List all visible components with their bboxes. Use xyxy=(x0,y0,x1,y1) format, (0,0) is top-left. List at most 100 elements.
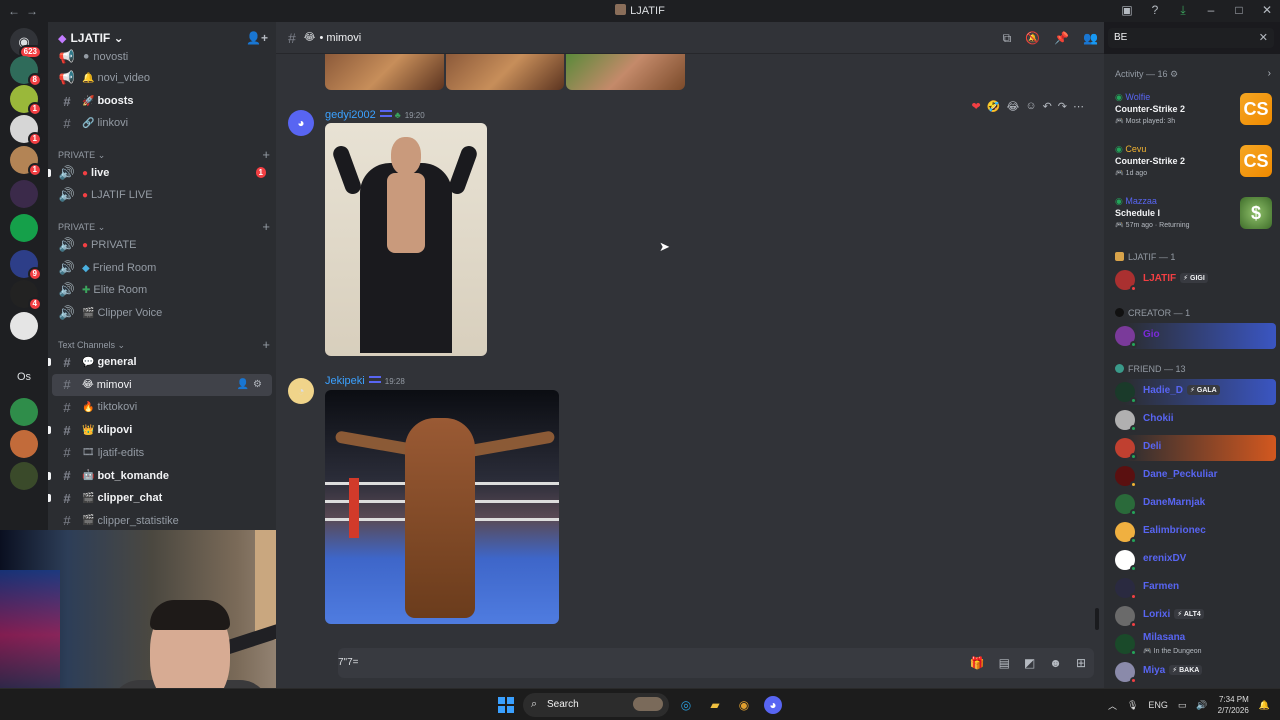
gif-icon[interactable]: ▤ xyxy=(999,656,1010,670)
member-creator[interactable]: Gio xyxy=(1108,323,1276,349)
channel-boosts[interactable]: # 🚀 boosts xyxy=(52,90,272,112)
more-options-icon[interactable]: ⋯ xyxy=(1073,100,1084,113)
server-icon-4[interactable]: 1 xyxy=(10,146,42,177)
activity-header[interactable]: Activity — 16 ⚙ › xyxy=(1115,68,1275,80)
server-icon-5[interactable] xyxy=(10,180,38,208)
member-item[interactable]: DaneMarnjak xyxy=(1108,491,1276,517)
member-item[interactable]: Chokii xyxy=(1108,407,1276,433)
threads-icon[interactable]: ⧉ xyxy=(1003,31,1012,46)
message-author-1[interactable]: gedyi2002 ♣ 19:20 xyxy=(325,109,425,121)
server-icon-3[interactable]: 1 xyxy=(10,115,42,146)
member-item[interactable]: Deli xyxy=(1108,435,1276,461)
channel-klipovi[interactable]: # 👑 klipovi xyxy=(48,419,272,441)
channel-live[interactable]: 🔊 ● live 1 xyxy=(48,162,272,184)
image-attachment-2[interactable] xyxy=(325,390,559,624)
clear-search-icon[interactable]: ✕ xyxy=(1259,31,1268,44)
channel-novosti[interactable]: 📢 ⚫ novosti xyxy=(52,46,272,68)
member-owner[interactable]: LJATIF ⚡ GIGI xyxy=(1108,267,1276,293)
channel-ljatif-edits[interactable]: # 🎞 ljatif-edits xyxy=(52,442,272,464)
search-input[interactable]: BE ✕ xyxy=(1108,28,1274,48)
activity-card[interactable]: ◉ Wolfie Counter-Strike 2 🎮 Most played: 3… xyxy=(1108,90,1276,136)
emoji-icon[interactable]: ☻ xyxy=(1049,656,1062,670)
add-reaction-icon[interactable]: ☺ xyxy=(1025,100,1036,113)
forward-icon[interactable]: ↷ xyxy=(1058,100,1067,113)
member-item[interactable]: Farmen xyxy=(1108,575,1276,601)
discord-taskbar-icon[interactable]: ◕ xyxy=(764,696,782,714)
channel-linkovi[interactable]: # 🔗 linkovi xyxy=(52,112,272,134)
file-explorer-icon[interactable]: ▰ xyxy=(706,696,724,714)
previous-image-attachments[interactable] xyxy=(325,54,686,90)
channel-novi_video[interactable]: 📢 🔔 novi_video xyxy=(52,67,272,89)
member-item[interactable]: Hadie_D ⚡ GALA xyxy=(1108,379,1276,405)
member-item[interactable]: Milasana 🎮 In the Dungeon xyxy=(1108,631,1276,657)
image-attachment-1[interactable] xyxy=(325,123,487,356)
volume-icon[interactable]: 🔊 xyxy=(1196,700,1207,711)
server-icon-2[interactable]: 1 xyxy=(10,85,42,116)
server-folder-1[interactable] xyxy=(10,398,38,426)
member-item[interactable]: Miya ⚡ BAKA xyxy=(1108,659,1276,685)
member-item[interactable]: Ealimbrionec xyxy=(1108,519,1276,545)
member-item[interactable]: Lorixi ⚡ ALT4 xyxy=(1108,603,1276,629)
channel-settings-icon[interactable]: 👤⚙ xyxy=(237,379,266,390)
channel-general[interactable]: # 💬 general xyxy=(48,351,272,373)
channel-bot_komande[interactable]: # 🤖 bot_komande xyxy=(48,465,272,487)
mic-icon[interactable]: 🎙 xyxy=(1127,700,1138,711)
reply-icon[interactable]: ↶ xyxy=(1043,100,1052,113)
channel-ljatif-live[interactable]: 🔊 ● LJATIF LIVE xyxy=(52,184,272,206)
minimize-icon[interactable]: – xyxy=(1204,3,1218,18)
close-icon[interactable]: ✕ xyxy=(1260,3,1274,18)
discord-avatar-icon[interactable]: ◕ xyxy=(288,110,314,136)
taskbar-search[interactable]: ⌕ Search xyxy=(523,693,669,717)
channel-clipper_chat[interactable]: # 🎬 clipper_chat xyxy=(48,487,272,509)
channel-mimovi[interactable]: # 😂 mimovi 👤⚙ xyxy=(52,373,272,396)
server-folder-3[interactable] xyxy=(10,462,38,490)
channel-clipper_statistike[interactable]: # 🎬 clipper_statistike xyxy=(52,510,272,530)
heart-reaction-icon[interactable]: ❤ xyxy=(972,100,981,113)
sticker-icon[interactable]: ◩ xyxy=(1024,656,1035,670)
member-list-icon[interactable]: 👥 xyxy=(1083,31,1098,46)
gift-icon[interactable]: 🎁 xyxy=(970,656,985,670)
chat-scrollbar[interactable] xyxy=(1095,608,1099,630)
server-icon-8[interactable]: 4 xyxy=(10,280,42,311)
category-text-channels[interactable]: Text Channels ⌄ + xyxy=(58,337,270,352)
download-icon[interactable]: ⤓ xyxy=(1176,3,1190,18)
server-icon-7[interactable]: 9 xyxy=(10,250,42,281)
clock[interactable]: 7:34 PM 2/7/2026 xyxy=(1218,694,1249,716)
message-input[interactable]: 7"7= 🎁 ▤ ◩ ☻ ⊞ xyxy=(338,648,1094,678)
member-item[interactable]: Dane_Peckuliar xyxy=(1108,463,1276,489)
server-icon-1[interactable]: 8 xyxy=(10,56,42,87)
server-icon-9[interactable] xyxy=(10,312,38,340)
add-channel-icon[interactable]: + xyxy=(262,219,270,234)
tray-overflow-icon[interactable]: ︿ xyxy=(1108,699,1117,712)
activity-card[interactable]: ◉ Cevu Counter-Strike 2 🎮 1d ago CS xyxy=(1108,142,1276,188)
channel-clipper-voice[interactable]: 🔊 🎬 Clipper Voice xyxy=(52,302,272,324)
activity-card[interactable]: ◉ Mazzaa Schedule I 🎮 57m ago · Returning $ xyxy=(1108,194,1276,240)
category-private-1[interactable]: PRIVATE ⌄ + xyxy=(58,147,270,162)
pikachu-avatar-icon[interactable]: ◔ xyxy=(288,378,314,404)
message-author-2[interactable]: Jekipeki 19:28 xyxy=(325,375,405,387)
network-icon[interactable]: ▭ xyxy=(1178,700,1187,711)
language-indicator[interactable]: ENG xyxy=(1148,700,1168,710)
member-item[interactable]: erenixDV xyxy=(1108,547,1276,573)
help-icon[interactable]: ? xyxy=(1148,3,1162,18)
maximize-icon[interactable]: □ xyxy=(1232,3,1246,18)
server-icon-6[interactable] xyxy=(10,214,38,242)
folder-label[interactable]: Os xyxy=(17,371,31,383)
mute-bell-icon[interactable]: 🔕 xyxy=(1025,31,1040,46)
channel-elite-room[interactable]: 🔊 ✚ Elite Room xyxy=(52,279,272,301)
add-channel-icon[interactable]: + xyxy=(262,337,270,352)
add-channel-icon[interactable]: + xyxy=(262,147,270,162)
server-folder-2[interactable] xyxy=(10,430,38,458)
edge-icon[interactable]: ◎ xyxy=(677,696,695,714)
chrome-icon[interactable]: ◉ xyxy=(735,696,753,714)
windows-start-icon[interactable] xyxy=(498,697,514,713)
joy-reaction-icon[interactable]: 😂 xyxy=(1006,100,1019,113)
rofl-reaction-icon[interactable]: 🤣 xyxy=(987,100,1001,113)
channel-private[interactable]: 🔊 ● PRIVATE xyxy=(52,234,272,256)
home-button[interactable]: ◉ 623 xyxy=(10,28,42,59)
apps-icon[interactable]: ⊞ xyxy=(1076,656,1086,670)
notification-icon[interactable]: 🔔 xyxy=(1259,700,1270,711)
category-private-2[interactable]: PRIVATE ⌄ + xyxy=(58,219,270,234)
inbox-icon[interactable]: ▣ xyxy=(1120,3,1134,18)
add-friend-icon[interactable]: 👤+ xyxy=(246,31,268,45)
